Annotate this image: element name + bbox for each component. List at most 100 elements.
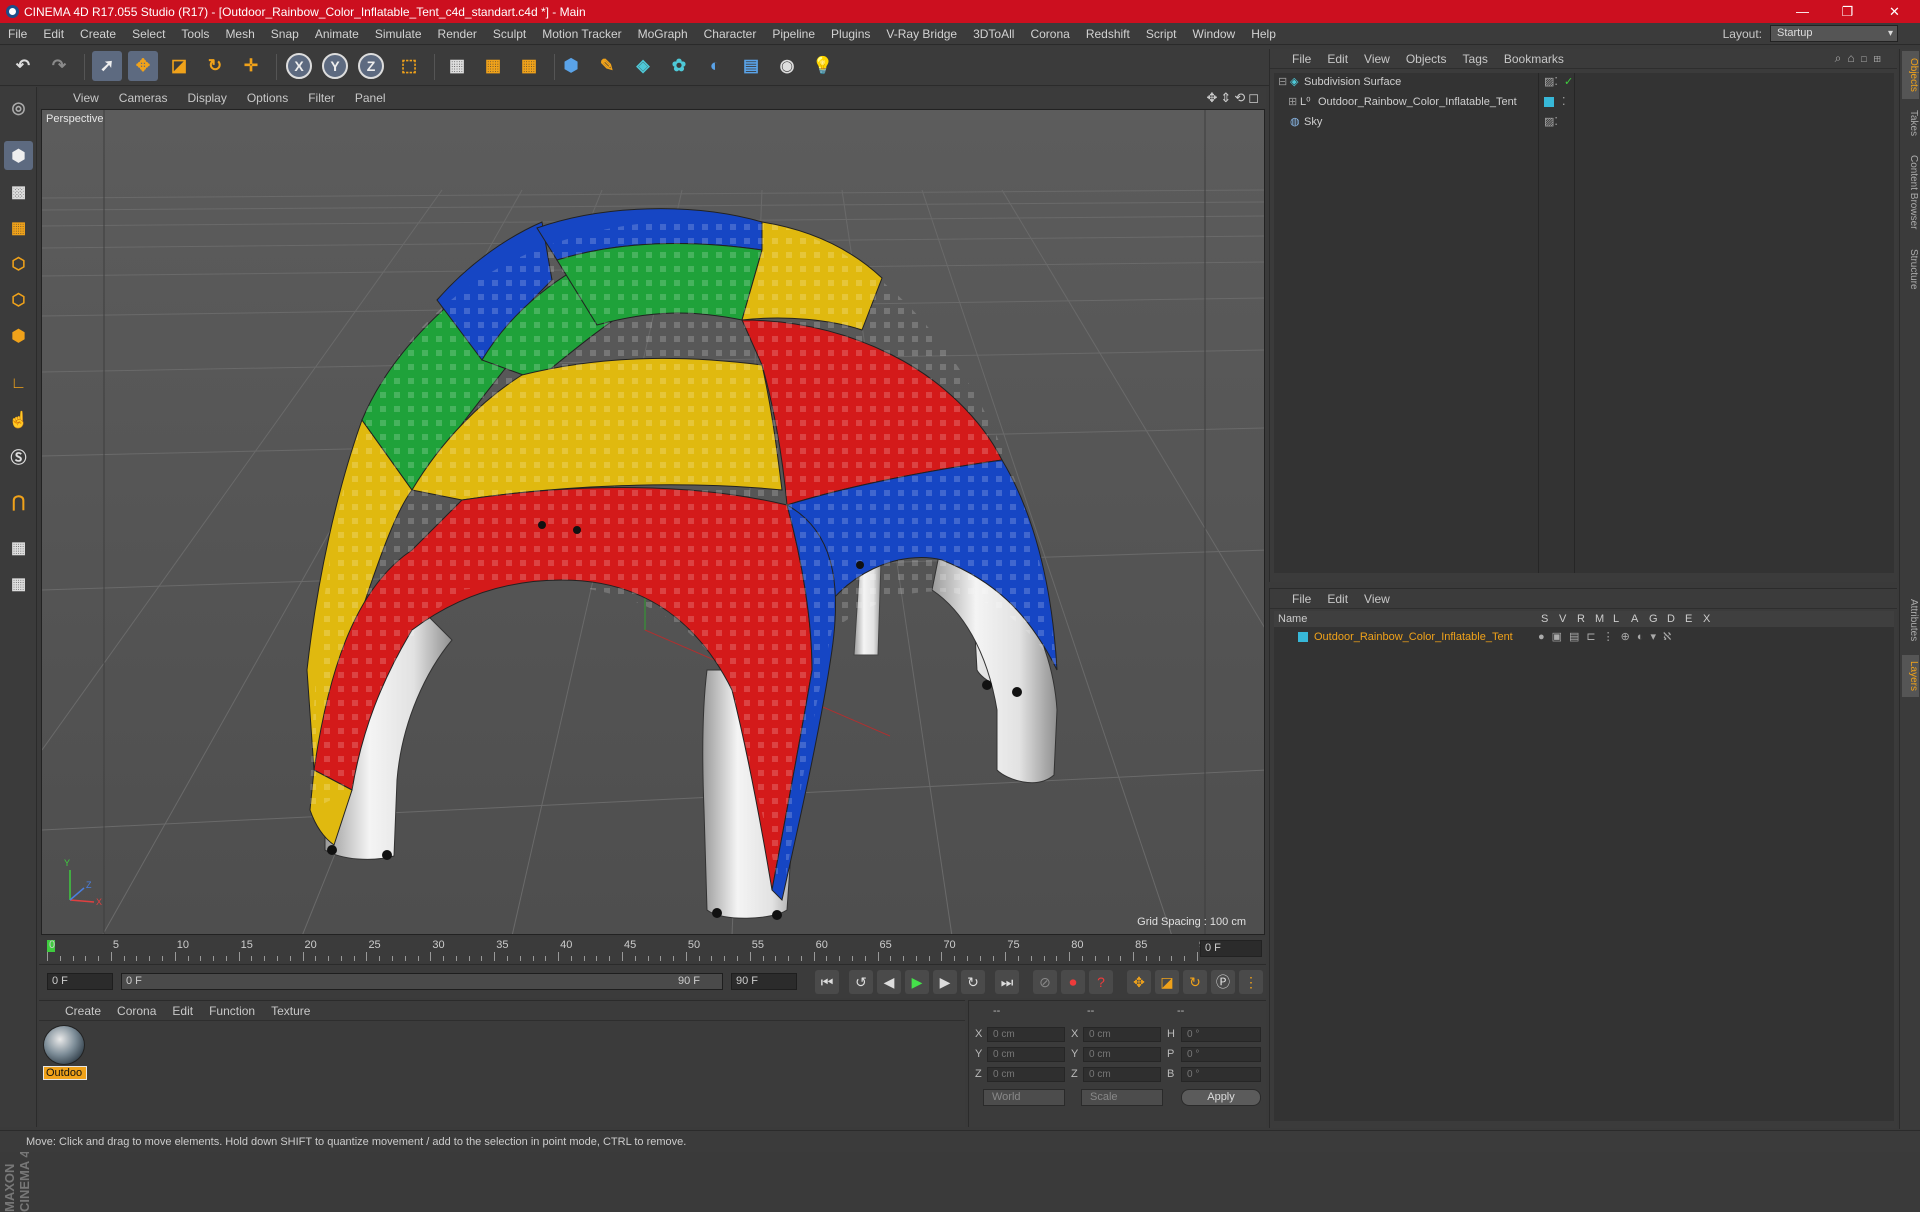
menu-mograph[interactable]: MoGraph bbox=[630, 27, 696, 41]
rotate-tool-icon[interactable]: ↻ bbox=[200, 51, 230, 81]
maximize-button[interactable]: ❐ bbox=[1825, 0, 1870, 23]
material-menu-create[interactable]: Create bbox=[57, 1004, 109, 1018]
expand-icon[interactable]: ⊞ bbox=[1288, 93, 1297, 112]
redo-icon[interactable]: ↷ bbox=[44, 51, 74, 81]
size-y-field[interactable]: 0 cm bbox=[1083, 1047, 1161, 1062]
layout-dropdown[interactable]: Startup bbox=[1770, 25, 1898, 42]
viewport-menu-options[interactable]: Options bbox=[237, 91, 298, 105]
rotation-p-field[interactable]: 0 ° bbox=[1181, 1047, 1261, 1062]
frame-range-slider[interactable]: 0 F 90 F bbox=[121, 973, 723, 990]
objects-menu-objects[interactable]: Objects bbox=[1398, 52, 1455, 66]
objects-menu-tags[interactable]: Tags bbox=[1455, 52, 1496, 66]
tab-takes[interactable]: Takes bbox=[1902, 103, 1919, 143]
perspective-viewport[interactable]: Perspective Y X Z Grid Spacing: 100 cm bbox=[41, 109, 1265, 935]
subdivision-surface-icon[interactable]: ◈ bbox=[628, 51, 658, 81]
undo-icon[interactable]: ↶ bbox=[8, 51, 38, 81]
next-frame-icon[interactable]: ▶ bbox=[933, 970, 957, 994]
key-parameter-icon[interactable]: Ⓟ bbox=[1211, 970, 1235, 994]
key-point-level-icon[interactable]: ⋮ bbox=[1239, 970, 1263, 994]
apply-button[interactable]: Apply bbox=[1181, 1089, 1261, 1106]
menu-create[interactable]: Create bbox=[72, 27, 124, 41]
floor-icon[interactable]: ▤ bbox=[736, 51, 766, 81]
material-menu-function[interactable]: Function bbox=[201, 1004, 263, 1018]
objects-search-home-icons[interactable]: ⌕⌂◻⊞ bbox=[1835, 51, 1887, 66]
lock-workplane-icon[interactable]: ▦ bbox=[4, 533, 33, 562]
viewport-menu-view[interactable]: View bbox=[63, 91, 109, 105]
rotation-b-field[interactable]: 0 ° bbox=[1181, 1067, 1261, 1082]
material-thumbnail[interactable]: Outdoo bbox=[43, 1025, 87, 1083]
objects-menu-view[interactable]: View bbox=[1356, 52, 1398, 66]
layer-toggle-icons[interactable]: ●▣▤⊏⋮⊕◐▾ℵ bbox=[1538, 628, 1678, 647]
material-menu-corona[interactable]: Corona bbox=[109, 1004, 164, 1018]
camera-icon[interactable]: ◉ bbox=[772, 51, 802, 81]
edges-mode-icon[interactable]: ⬡ bbox=[4, 285, 33, 314]
menu-mesh[interactable]: Mesh bbox=[217, 27, 262, 41]
visibility-toggle-icon[interactable]: ▨⁚ bbox=[1544, 113, 1558, 132]
key-rotation-icon[interactable]: ↻ bbox=[1183, 970, 1207, 994]
previous-key-icon[interactable]: ↺ bbox=[849, 970, 873, 994]
menu-tools[interactable]: Tools bbox=[173, 27, 217, 41]
deformer-icon[interactable]: ◐ bbox=[700, 51, 730, 81]
cloner-icon[interactable]: ✿ bbox=[664, 51, 694, 81]
viewport-menu-display[interactable]: Display bbox=[177, 91, 236, 105]
go-to-start-icon[interactable]: ⏮ bbox=[815, 970, 839, 994]
play-icon[interactable]: ▶ bbox=[905, 970, 929, 994]
tab-objects[interactable]: Objects bbox=[1902, 51, 1919, 99]
layer-color-swatch[interactable] bbox=[1544, 97, 1554, 107]
render-picture-viewer-icon[interactable]: ▦ bbox=[478, 51, 508, 81]
viewport-menu-cameras[interactable]: Cameras bbox=[109, 91, 178, 105]
menu-render[interactable]: Render bbox=[430, 27, 485, 41]
snap-icon[interactable]: ⋂ bbox=[4, 487, 33, 516]
menu-edit[interactable]: Edit bbox=[35, 27, 72, 41]
menu-select[interactable]: Select bbox=[124, 27, 173, 41]
menu-sculpt[interactable]: Sculpt bbox=[485, 27, 534, 41]
objects-menu-bookmarks[interactable]: Bookmarks bbox=[1496, 52, 1572, 66]
cube-primitive-icon[interactable]: ⬢ bbox=[556, 51, 586, 81]
previous-frame-icon[interactable]: ◀ bbox=[877, 970, 901, 994]
visibility-toggle-icon[interactable]: ▨⁚ bbox=[1544, 73, 1558, 92]
light-icon[interactable]: 💡 bbox=[808, 51, 838, 81]
menu-corona[interactable]: Corona bbox=[1022, 27, 1077, 41]
objects-menu-file[interactable]: File bbox=[1284, 52, 1319, 66]
coordinate-space-dropdown[interactable]: World bbox=[983, 1089, 1065, 1106]
polygons-mode-icon[interactable]: ⬢ bbox=[4, 321, 33, 350]
layers-menu-file[interactable]: File bbox=[1284, 592, 1319, 606]
size-z-field[interactable]: 0 cm bbox=[1083, 1067, 1161, 1082]
axis-mode-icon[interactable]: ∟ bbox=[4, 369, 33, 398]
viewport-navigation-icons[interactable]: ✥⇕⟲◻ bbox=[1207, 90, 1262, 106]
tab-attributes[interactable]: Attributes bbox=[1902, 589, 1919, 651]
layer-row[interactable]: Outdoor_Rainbow_Color_Inflatable_Tent ●▣… bbox=[1274, 628, 1894, 647]
minimize-button[interactable]: — bbox=[1780, 0, 1825, 23]
menu-snap[interactable]: Snap bbox=[263, 27, 307, 41]
tab-structure[interactable]: Structure bbox=[1902, 241, 1919, 297]
tab-layers[interactable]: Layers bbox=[1902, 655, 1919, 697]
viewport-menu-filter[interactable]: Filter bbox=[298, 91, 345, 105]
scale-tool-icon[interactable]: ◪ bbox=[164, 51, 194, 81]
menu-vray-bridge[interactable]: V-Ray Bridge bbox=[878, 27, 965, 41]
go-to-end-icon[interactable]: ⏭ bbox=[995, 970, 1019, 994]
viewport-menu-panel[interactable]: Panel bbox=[345, 91, 396, 105]
rotation-h-field[interactable]: 0 ° bbox=[1181, 1027, 1261, 1042]
menu-help[interactable]: Help bbox=[1243, 27, 1284, 41]
object-row[interactable]: ◍ Sky ▨⁚ bbox=[1274, 113, 1894, 132]
timeline-current-frame-field[interactable]: 0 F bbox=[1200, 940, 1262, 957]
transform-tool-icon[interactable]: ✛ bbox=[236, 51, 266, 81]
menu-motion-tracker[interactable]: Motion Tracker bbox=[534, 27, 629, 41]
auto-keying-icon[interactable]: ⏺ bbox=[1061, 970, 1085, 994]
render-view-icon[interactable]: ▦ bbox=[442, 51, 472, 81]
menu-redshift[interactable]: Redshift bbox=[1078, 27, 1138, 41]
key-position-icon[interactable]: ✥ bbox=[1127, 970, 1151, 994]
next-key-icon[interactable]: ↻ bbox=[961, 970, 985, 994]
key-scale-icon[interactable]: ◪ bbox=[1155, 970, 1179, 994]
object-row[interactable]: ⊟ ◈ Subdivision Surface ▨⁚ ✓ bbox=[1274, 73, 1894, 92]
menu-3dtoall[interactable]: 3DToAll bbox=[965, 27, 1022, 41]
objects-menu-edit[interactable]: Edit bbox=[1319, 52, 1356, 66]
keyframe-selection-icon[interactable]: ? bbox=[1089, 970, 1113, 994]
end-frame-field[interactable]: 90 F bbox=[731, 973, 797, 990]
texture-mode-icon[interactable]: ▩ bbox=[4, 177, 33, 206]
position-z-field[interactable]: 0 cm bbox=[987, 1067, 1065, 1082]
menu-simulate[interactable]: Simulate bbox=[367, 27, 430, 41]
record-keys-icon[interactable]: ⊘ bbox=[1033, 970, 1057, 994]
planar-workplane-icon[interactable]: ▦ bbox=[4, 569, 33, 598]
menu-file[interactable]: File bbox=[0, 27, 35, 41]
